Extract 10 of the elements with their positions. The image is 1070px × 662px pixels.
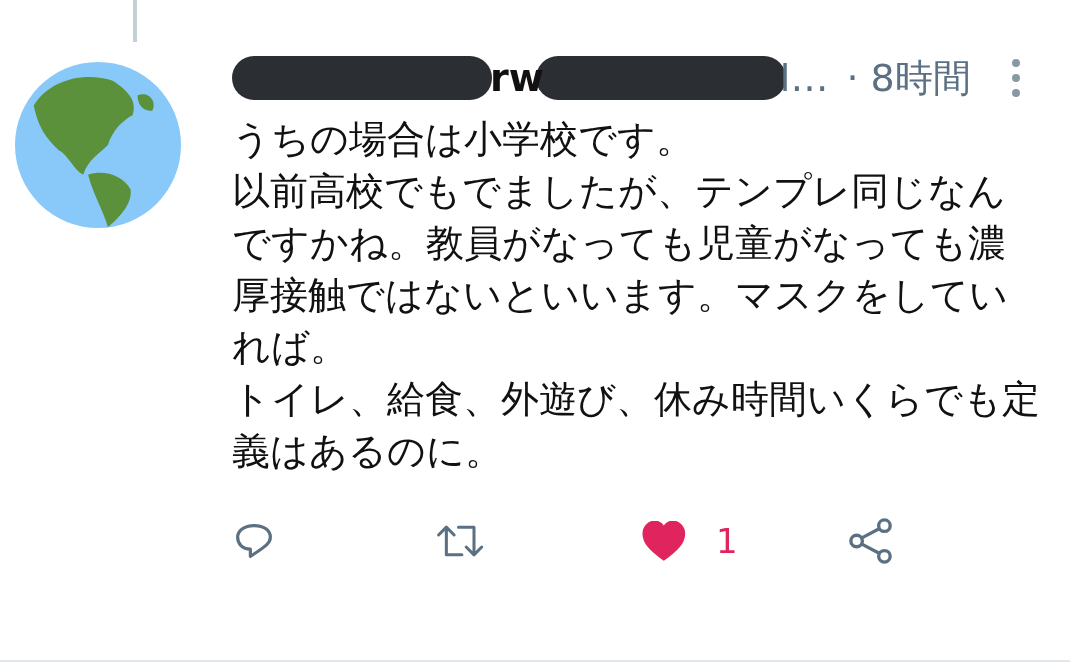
- timestamp: · 8時間: [846, 54, 971, 102]
- globe-icon[interactable]: [14, 61, 182, 229]
- tweet-text: 以前高校でもでましたが、テンプレ同じなんですかね。教員がなっても児童がなっても濃厚接触ではないといいます。マスクをしていれば。: [232, 168, 1009, 371]
- more-icon[interactable]: [1010, 58, 1021, 98]
- tweet-text: うちの場合は小学校です。: [232, 116, 695, 163]
- reply-icon[interactable]: [234, 521, 274, 561]
- heart-icon[interactable]: [642, 521, 686, 561]
- tweet-text: トイレ、給食、外遊び、休み時間いくらでも定義はあるのに。: [232, 376, 1041, 475]
- like-count: 1: [716, 521, 738, 561]
- share-icon[interactable]: [847, 518, 894, 564]
